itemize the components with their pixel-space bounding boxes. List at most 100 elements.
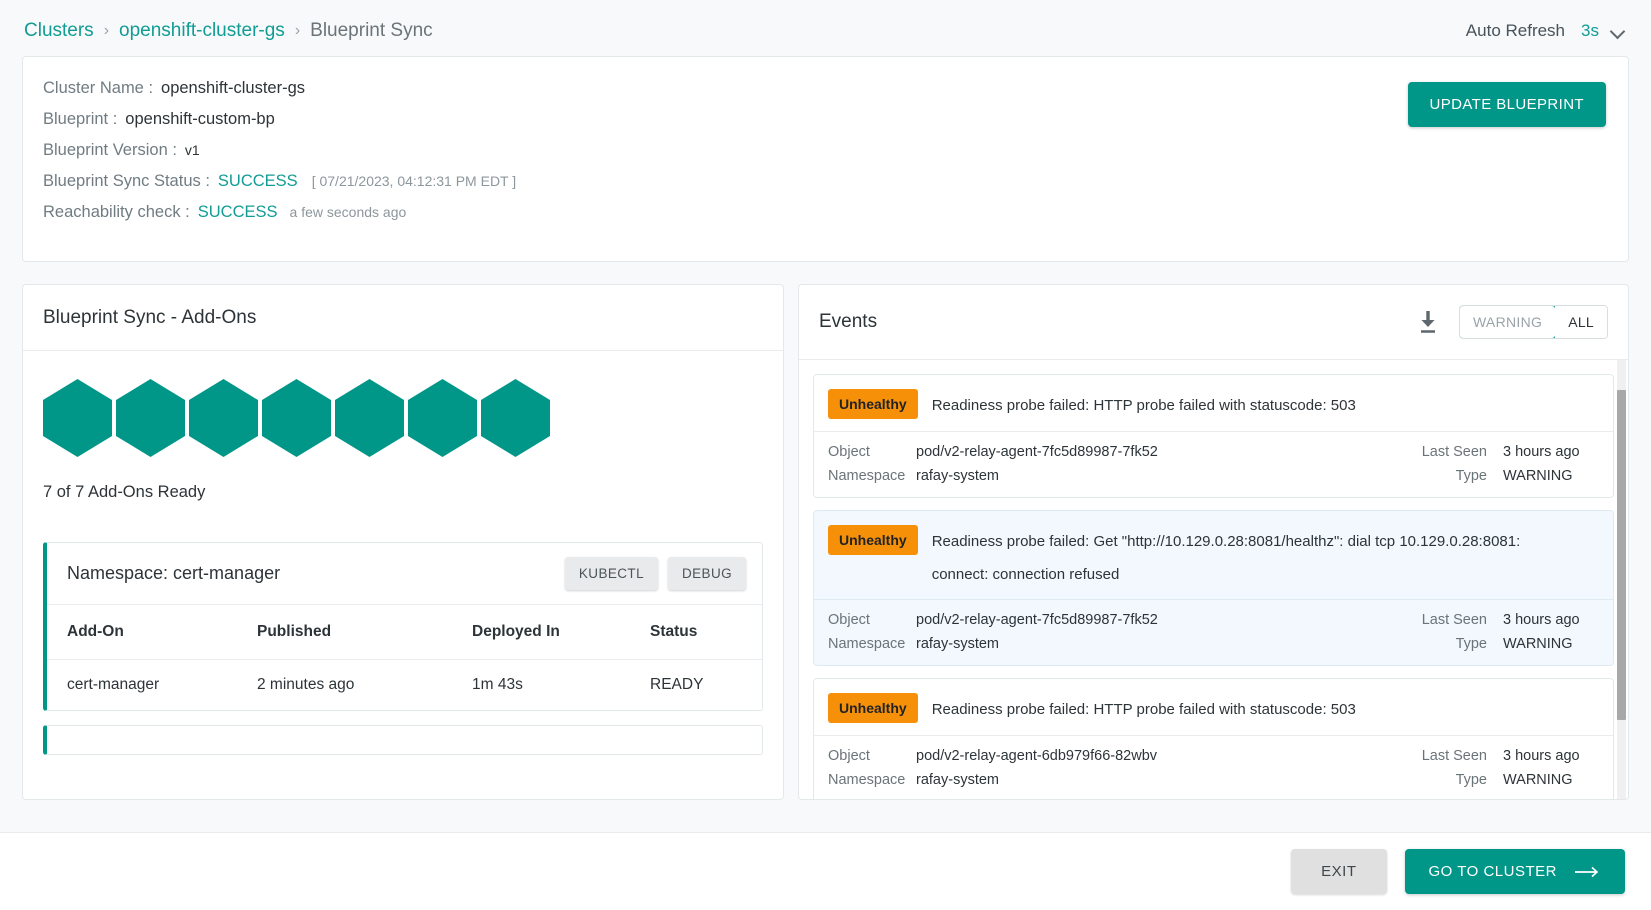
event-item[interactable]: Unhealthy Readiness probe failed: Get "h… <box>813 510 1614 666</box>
status-badge: Unhealthy <box>828 389 918 419</box>
debug-button[interactable]: DEBUG <box>667 557 746 590</box>
footer-action-bar: EXIT GO TO CLUSTER <box>0 832 1651 910</box>
event-object-label: Object <box>828 611 870 628</box>
breadcrumb-item-clusters[interactable]: Clusters <box>24 20 94 42</box>
event-object-label: Object <box>828 747 870 764</box>
event-message-line1: Readiness probe failed: Get "http://10.1… <box>931 533 1521 550</box>
events-title: Events <box>819 311 878 332</box>
event-last-seen-label: Last Seen <box>1421 611 1487 628</box>
event-type-value: WARNING <box>1503 635 1573 652</box>
main-content: Blueprint Sync - Add-Ons 7 of 7 Add-Ons … <box>22 284 1629 800</box>
auto-refresh-label: Auto Refresh <box>1465 21 1566 40</box>
breadcrumb: Clusters › openshift-cluster-gs › Bluepr… <box>24 20 433 42</box>
event-message-line2: connect: connection refused <box>931 566 1120 584</box>
hexagon-icon <box>116 379 185 457</box>
event-object-line: Object pod/v2-relay-agent-6db979f66-82wb… <box>828 748 1157 764</box>
event-namespace-value: rafay-system <box>916 771 999 788</box>
filter-warning-button[interactable]: WARNING <box>1459 306 1557 338</box>
breadcrumb-item-current: Blueprint Sync <box>310 20 433 41</box>
event-namespace-value: rafay-system <box>916 635 999 652</box>
event-meta-right: Last Seen 3 hours ago Type WARNING <box>1422 612 1599 652</box>
table-row: cert-manager 2 minutes ago 1m 43s READY <box>47 660 762 711</box>
kubectl-button[interactable]: KUBECTL <box>564 557 658 590</box>
event-message-row: Unhealthy Readiness probe failed: HTTP p… <box>814 679 1613 735</box>
hexagon-icon <box>481 379 550 457</box>
breadcrumb-item-cluster[interactable]: openshift-cluster-gs <box>119 20 285 42</box>
addon-status-hexagons <box>43 379 763 457</box>
info-row-blueprint-version: Blueprint Version : v1 <box>43 141 1608 160</box>
go-to-cluster-button[interactable]: GO TO CLUSTER <box>1404 849 1625 894</box>
event-type-line: Type WARNING <box>1422 772 1599 788</box>
event-namespace-label: Namespace <box>828 771 906 788</box>
addons-table: Add-On Published Deployed In Status cert… <box>47 605 762 710</box>
event-last-seen-value: 3 hours ago <box>1503 611 1580 628</box>
info-value: openshift-cluster-gs <box>161 79 306 97</box>
go-to-cluster-label: GO TO CLUSTER <box>1428 863 1557 880</box>
exit-button[interactable]: EXIT <box>1291 849 1387 894</box>
info-row-sync-status: Blueprint Sync Status : SUCCESS [ 07/21/… <box>43 172 1608 191</box>
event-last-seen-label: Last Seen <box>1421 747 1487 764</box>
events-panel-header: Events WARNING ALL <box>799 285 1628 360</box>
event-meta: Object pod/v2-relay-agent-7fc5d89987-7fk… <box>814 431 1613 497</box>
event-namespace-line: Namespace rafay-system <box>828 772 1157 788</box>
event-type-line: Type WARNING <box>1422 468 1599 484</box>
auto-refresh-control[interactable]: Auto Refresh 3s <box>1466 21 1625 41</box>
namespace-actions: KUBECTL DEBUG <box>564 557 746 590</box>
event-item[interactable]: Unhealthy Readiness probe failed: HTTP p… <box>813 677 1614 799</box>
auto-refresh-value: 3s <box>1581 21 1599 40</box>
arrow-right-icon <box>1575 866 1599 877</box>
event-last-seen-line: Last Seen 3 hours ago <box>1422 444 1599 460</box>
event-type-label: Type <box>1455 468 1487 484</box>
download-icon[interactable] <box>1417 310 1439 334</box>
event-last-seen-line: Last Seen 3 hours ago <box>1422 612 1599 628</box>
status-badge: Unhealthy <box>828 525 918 555</box>
event-message-row: Unhealthy Readiness probe failed: HTTP p… <box>814 375 1613 431</box>
update-blueprint-button[interactable]: UPDATE BLUEPRINT <box>1407 82 1606 127</box>
addons-panel-body: 7 of 7 Add-Ons Ready Namespace: cert-man… <box>23 351 783 799</box>
event-namespace-value: rafay-system <box>916 468 999 484</box>
page-title: Blueprint Sync - Add-Ons <box>43 306 257 328</box>
event-last-seen-line: Last Seen 3 hours ago <box>1422 748 1599 764</box>
hexagon-icon <box>335 379 404 457</box>
events-panel: Events WARNING ALL Unhealthy Readiness p… <box>798 284 1629 800</box>
event-object-label: Object <box>828 444 870 460</box>
event-meta: Object pod/v2-relay-agent-7fc5d89987-7fk… <box>814 598 1613 665</box>
cell-deployed-in: 1m 43s <box>472 676 523 693</box>
events-scrollbar-thumb[interactable] <box>1617 390 1626 720</box>
event-namespace-label: Namespace <box>828 468 906 484</box>
events-tools: WARNING ALL <box>1417 305 1608 339</box>
events-list[interactable]: Unhealthy Readiness probe failed: HTTP p… <box>799 360 1628 799</box>
reachability-timestamp: a few seconds ago <box>289 204 407 220</box>
hexagon-icon <box>408 379 477 457</box>
event-namespace-label: Namespace <box>828 635 906 652</box>
status-badge: SUCCESS <box>217 172 298 190</box>
column-header-deployed-in: Deployed In <box>472 605 650 660</box>
info-row-blueprint: Blueprint : openshift-custom-bp <box>43 110 1608 129</box>
info-row-reachability: Reachability check : SUCCESS a few secon… <box>43 203 1608 222</box>
addons-panel-header: Blueprint Sync - Add-Ons <box>23 285 783 351</box>
event-object-value: pod/v2-relay-agent-6db979f66-82wbv <box>916 747 1158 764</box>
event-last-seen-value: 3 hours ago <box>1503 747 1580 764</box>
info-label: Blueprint : <box>43 110 118 128</box>
addons-ready-text: 7 of 7 Add-Ons Ready <box>43 483 206 501</box>
event-message: Readiness probe failed: HTTP probe faile… <box>931 700 1356 718</box>
namespace-card-cert-manager: Namespace: cert-manager KUBECTL DEBUG Ad… <box>43 542 763 711</box>
event-meta-right: Last Seen 3 hours ago Type WARNING <box>1422 748 1599 788</box>
chevron-down-icon[interactable] <box>1611 24 1625 38</box>
cell-published: 2 minutes ago <box>257 676 355 693</box>
event-message-row: Unhealthy Readiness probe failed: Get "h… <box>814 511 1613 599</box>
sync-timestamp: [ 07/21/2023, 04:12:31 PM EDT ] <box>311 173 517 189</box>
column-header-published: Published <box>257 605 472 660</box>
info-label: Cluster Name : <box>43 79 154 97</box>
info-value: v1 <box>184 142 200 158</box>
events-filter-toggle[interactable]: WARNING ALL <box>1458 305 1608 339</box>
column-header-addon: Add-On <box>47 605 257 660</box>
breadcrumb-separator-icon: › <box>294 22 301 39</box>
filter-all-button[interactable]: ALL <box>1555 306 1607 338</box>
addons-panel: Blueprint Sync - Add-Ons 7 of 7 Add-Ons … <box>22 284 784 800</box>
namespace-card-next <box>43 725 763 755</box>
event-item[interactable]: Unhealthy Readiness probe failed: HTTP p… <box>813 374 1614 498</box>
event-type-label: Type <box>1455 635 1487 652</box>
hexagon-icon <box>189 379 258 457</box>
event-type-label: Type <box>1455 771 1487 788</box>
